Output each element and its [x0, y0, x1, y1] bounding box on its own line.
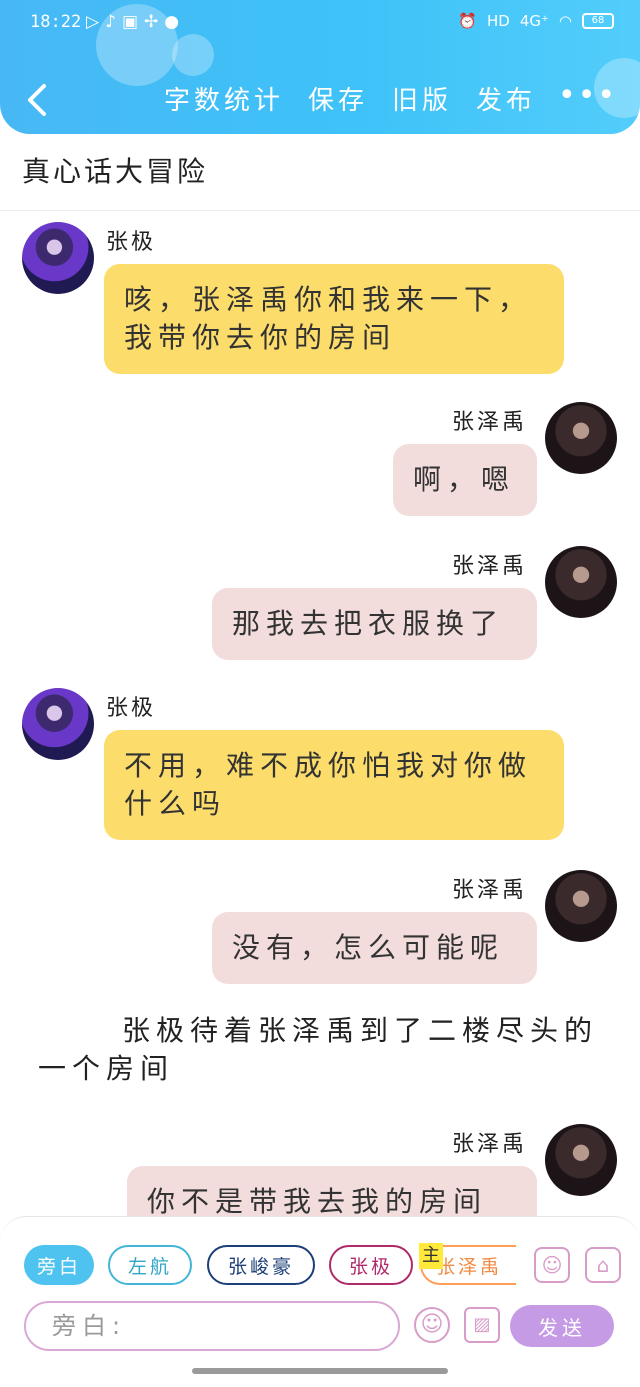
status-bar: 18:22 ▷♪▣✢● ⏰ HD 4G⁺ ◠ 68	[0, 10, 640, 40]
system-icons: ⏰ HD 4G⁺ ◠ 68	[458, 12, 614, 30]
sender-name: 张泽禹	[452, 1132, 528, 1157]
main-role-badge: 主	[419, 1243, 443, 1269]
narration-text[interactable]: 张极待着张泽禹到了二楼尽头的一个房间	[38, 1012, 598, 1088]
avatar-zhangzeyu[interactable]	[545, 1124, 617, 1196]
message-bubble[interactable]: 不用，难不成你怕我对你做什么吗	[104, 730, 564, 840]
save-button[interactable]: 保存	[308, 80, 368, 117]
tiktok-icon: ♪	[105, 12, 122, 32]
old-version-button[interactable]: 旧版	[392, 80, 452, 117]
alarm-icon: ⏰	[458, 12, 477, 30]
signal-label: 4G⁺	[519, 12, 549, 30]
sender-name: 张泽禹	[452, 878, 528, 903]
sender-name: 张泽禹	[452, 410, 528, 435]
emoji-icon[interactable]: ☺	[414, 1307, 450, 1343]
add-character-icon[interactable]: ☺	[534, 1247, 570, 1283]
more-icon[interactable]: •••	[558, 81, 615, 111]
role-narration-button[interactable]: 旁白	[24, 1245, 94, 1285]
message-bubble[interactable]: 你不是带我去我的房间	[127, 1166, 537, 1218]
avatar-zhangzeyu[interactable]	[545, 402, 617, 474]
message-input[interactable]	[52, 1303, 392, 1349]
message-bubble[interactable]: 咳，张泽禹你和我来一下，我带你去你的房间	[104, 264, 564, 374]
send-button[interactable]: 发送	[510, 1305, 614, 1347]
tag-icon[interactable]: ⌂	[585, 1247, 621, 1283]
toolbar: 字数统计 保存 旧版 发布 •••	[0, 72, 640, 124]
wifi-icon: ◠	[558, 12, 572, 30]
publish-button[interactable]: 发布	[476, 80, 536, 117]
status-time: 18:22	[30, 12, 82, 32]
sender-name: 张极	[106, 696, 157, 721]
editor-screen: 18:22 ▷♪▣✢● ⏰ HD 4G⁺ ◠ 68 字数统计 保存 旧版 发布	[0, 0, 640, 1387]
hd-badge: HD	[486, 12, 510, 30]
story-title[interactable]: 真心话大冒险	[22, 150, 208, 190]
word-count-button[interactable]: 字数统计	[164, 80, 284, 117]
role-zhangjunhao-button[interactable]: 张峻豪	[207, 1245, 315, 1285]
status-app-icons: ▷♪▣✢●	[86, 12, 185, 32]
toolbar-menu: 字数统计 保存 旧版 发布	[164, 80, 536, 117]
chevron-left-icon[interactable]	[20, 80, 56, 120]
qq-icon: ●	[164, 12, 186, 32]
role-zhangji-button[interactable]: 张极	[329, 1245, 413, 1285]
battery-icon: 68	[582, 13, 614, 29]
avatar-zhangji[interactable]	[22, 222, 94, 294]
divider	[0, 210, 640, 211]
avatar-zhangji[interactable]	[22, 688, 94, 760]
avatar-zhangzeyu[interactable]	[545, 870, 617, 942]
sender-name: 张泽禹	[452, 554, 528, 579]
message-input-wrapper	[24, 1301, 400, 1351]
chat-area[interactable]: 张极 咳，张泽禹你和我来一下，我带你去你的房间 张泽禹 啊，嗯 张泽禹 那我去把…	[0, 212, 640, 1218]
home-indicator[interactable]	[192, 1368, 448, 1374]
message-bubble[interactable]: 那我去把衣服换了	[212, 588, 537, 660]
message-bubble[interactable]: 没有，怎么可能呢	[212, 912, 537, 984]
compose-panel: 旁白 左航 张峻豪 张极 张泽禹 主 ☺ ⌂ ☺ ▨ 发送	[0, 1216, 640, 1387]
message-bubble[interactable]: 啊，嗯	[393, 444, 537, 516]
play-icon: ▷	[86, 12, 106, 32]
sender-name: 张极	[106, 230, 157, 255]
avatar-zhangzeyu[interactable]	[545, 546, 617, 618]
iqiyi-icon: ▣	[121, 12, 144, 32]
decoration-bubble	[172, 34, 214, 76]
role-zuohang-button[interactable]: 左航	[108, 1245, 192, 1285]
image-icon[interactable]: ▨	[464, 1307, 500, 1343]
header: 18:22 ▷♪▣✢● ⏰ HD 4G⁺ ◠ 68 字数统计 保存 旧版 发布	[0, 0, 640, 134]
fan-icon: ✢	[144, 12, 165, 32]
